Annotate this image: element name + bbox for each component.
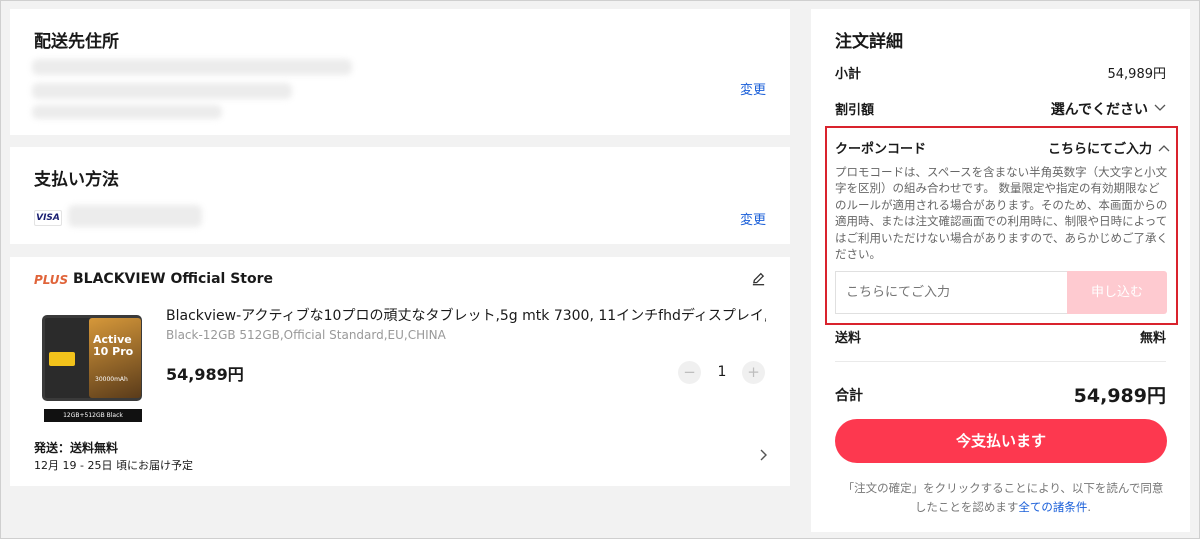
plus-logo: PLUS <box>34 273 69 287</box>
product-price: 54,989円 <box>166 365 244 384</box>
payment-title: 支払い方法 <box>34 170 119 190</box>
shipping-row: 送料 無料 <box>835 327 1166 346</box>
store-name[interactable]: BLACKVIEW Official Store <box>73 271 273 287</box>
summary-title: 注文詳細 <box>835 32 903 52</box>
blurred-address-line <box>32 83 292 99</box>
divider <box>835 361 1166 362</box>
coupon-toggle[interactable]: こちらにてご入力 <box>1048 138 1152 157</box>
image-battery: 30000mAh <box>95 376 128 383</box>
change-address-link[interactable]: 変更 <box>740 79 766 98</box>
total-value: 54,989円 <box>1073 385 1166 407</box>
chevron-down-icon[interactable] <box>1154 101 1166 116</box>
coupon-section: クーポンコード こちらにてご入力 プロモコードは、スペースを含まない半角英数字（… <box>825 126 1178 325</box>
quantity-value[interactable]: 1 <box>710 364 734 380</box>
blurred-card-number <box>68 205 202 227</box>
shipping-info: 発送：送料無料 <box>34 441 119 455</box>
terms-end: . <box>1087 500 1092 514</box>
coupon-description: プロモコードは、スペースを含まない半角英数字（大文字と小文字を区別）の組み合わせ… <box>835 165 1169 262</box>
discount-row[interactable]: 割引額 選んでください <box>835 99 1166 118</box>
coupon-input[interactable] <box>835 271 1067 314</box>
pay-now-button[interactable]: 今支払います <box>835 419 1167 463</box>
terms-text: 「注文の確定」をクリックすることにより、以下を読んで同意したことを認めます <box>842 481 1164 514</box>
payment-method-card: 支払い方法 VISA 変更 <box>10 147 790 244</box>
product-variant: Black-12GB 512GB,Official Standard,EU,CH… <box>166 328 446 342</box>
total-label: 合計 <box>835 388 863 404</box>
chevron-up-icon[interactable] <box>1158 139 1170 158</box>
coupon-label: クーポンコード <box>835 142 927 157</box>
product-image[interactable]: Active 10 Pro 30000mAh 12GB+512GB Black <box>38 305 146 423</box>
edit-icon[interactable] <box>751 271 766 290</box>
shipping-address-card: 配送先住所 変更 <box>10 9 790 135</box>
terms-link[interactable]: 全ての諸条件 <box>1018 500 1087 514</box>
product-title[interactable]: Blackview-アクティブな10プロの頑丈なタブレット,5g mtk 730… <box>166 305 766 325</box>
terms-notice: 「注文の確定」をクリックすることにより、以下を読んで同意したことを認めます全ての… <box>841 479 1165 517</box>
order-summary-card: 注文詳細 小計 54,989円 割引額 選んでください クーポンコード こちらに… <box>811 9 1190 532</box>
total-row: 合計 54,989円 <box>835 385 1166 407</box>
apply-coupon-button[interactable]: 申し込む <box>1067 271 1167 314</box>
image-caption: 12GB+512GB Black <box>44 409 142 422</box>
quantity-increase-button[interactable]: + <box>742 361 765 384</box>
store-order-card: PLUS BLACKVIEW Official Store Active 10 … <box>10 257 790 486</box>
quantity-decrease-button[interactable]: − <box>678 361 701 384</box>
blurred-address-line <box>32 105 222 119</box>
address-title: 配送先住所 <box>34 32 119 52</box>
image-text: 10 Pro <box>93 345 134 358</box>
chevron-right-icon[interactable] <box>758 447 768 466</box>
shipping-label: 送料 <box>835 331 862 346</box>
subtotal-value: 54,989円 <box>1107 67 1167 82</box>
shipping-value: 無料 <box>1139 331 1166 346</box>
discount-label: 割引額 <box>835 103 875 118</box>
subtotal-label: 小計 <box>835 67 862 82</box>
delivery-estimate: 12月 19 - 25日 頃にお届け予定 <box>34 459 193 472</box>
subtotal-row: 小計 54,989円 <box>835 63 1166 82</box>
blurred-address-line <box>32 59 352 75</box>
discount-select[interactable]: 選んでください <box>1051 99 1148 119</box>
visa-icon: VISA <box>34 210 62 226</box>
change-payment-link[interactable]: 変更 <box>740 209 766 228</box>
